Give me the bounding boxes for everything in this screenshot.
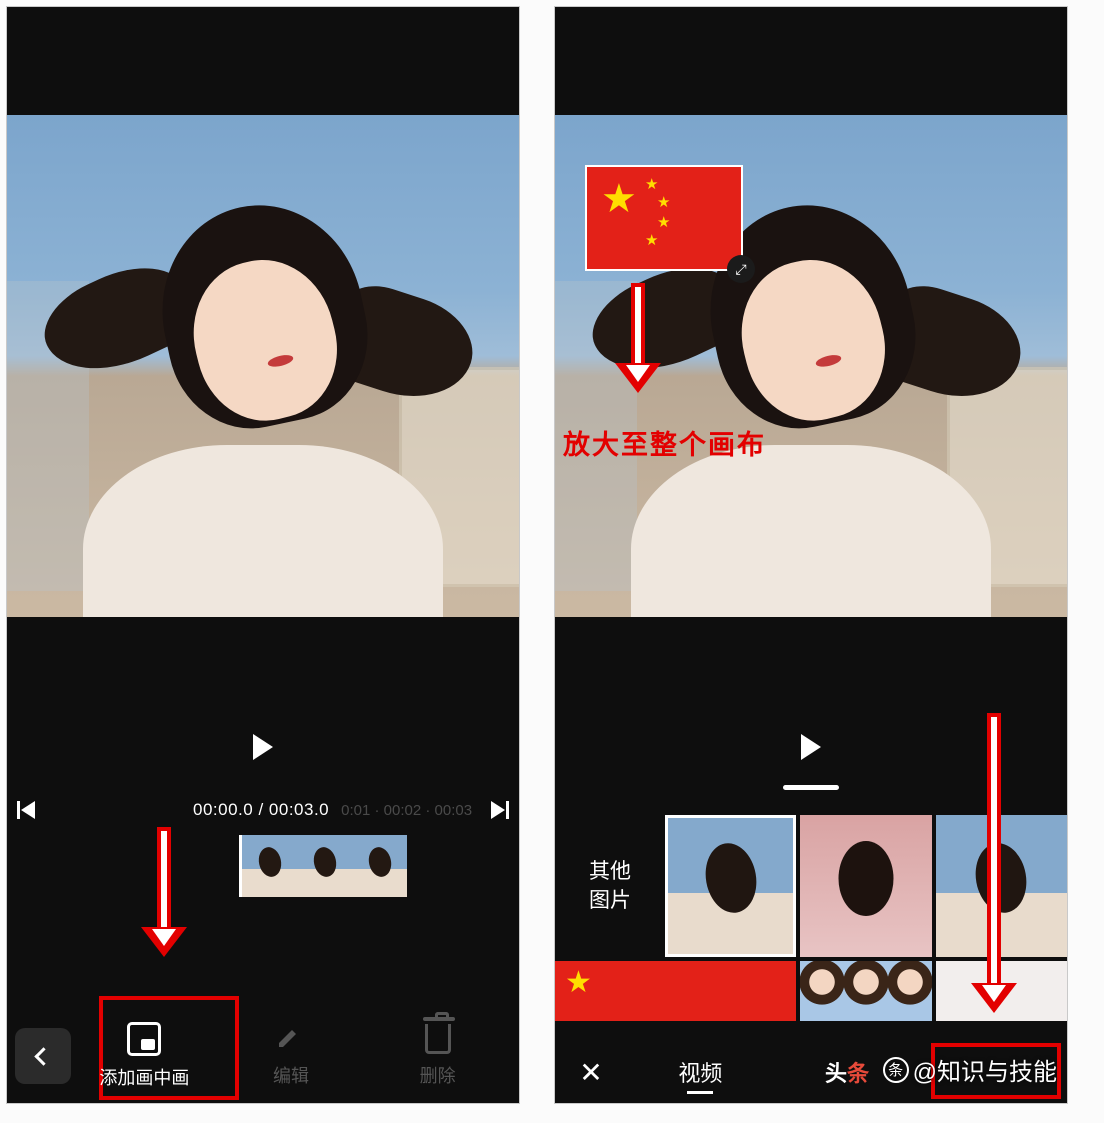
timeline-ticks: 0:01 · 00:02 · 00:03 [341, 802, 472, 819]
left-screenshot: 00:00.0 / 00:03.0 0:01 · 00:02 · 00:03 添… [6, 6, 520, 1104]
edit-label: 编辑 [273, 1062, 309, 1088]
delete-button[interactable]: 删除 [364, 1024, 511, 1088]
video-preview[interactable]: ★ ★ ★ ★ ★ ⤢ 放大至整个画布 [555, 115, 1067, 617]
clip-thumb [352, 835, 407, 897]
trash-icon [425, 1024, 451, 1054]
clip-timeline[interactable] [239, 835, 407, 897]
annotation-arrow-icon [141, 827, 187, 957]
video-preview[interactable] [7, 115, 519, 617]
pip-icon [127, 1022, 161, 1056]
bottom-toolbar: 添加画中画 编辑 删除 [7, 1009, 519, 1103]
clip-thumb [242, 835, 297, 897]
media-thumb[interactable] [665, 815, 796, 957]
annotation-label: 放大至整个画布 [563, 423, 766, 462]
drawer-handle-icon[interactable] [783, 785, 839, 790]
clip-thumb [297, 835, 352, 897]
close-button[interactable]: ✕ [555, 1056, 627, 1089]
pip-overlay-flag[interactable]: ★ ★ ★ ★ ★ ⤢ [585, 165, 743, 271]
pencil-icon [276, 1024, 306, 1054]
delete-label: 删除 [420, 1062, 456, 1088]
star-icon: ★ [657, 195, 670, 210]
play-button[interactable] [801, 734, 821, 760]
skip-start-icon[interactable] [21, 801, 35, 819]
tab-video[interactable]: 视频 [627, 1056, 774, 1088]
other-pictures-button[interactable]: 其他 图片 [555, 815, 665, 957]
timeline-controls: 00:00.0 / 00:03.0 0:01 · 00:02 · 00:03 [7, 793, 519, 827]
media-thumb[interactable] [800, 961, 931, 1021]
time-readout: 00:00.0 / 00:03.0 [193, 800, 329, 820]
watermark: 条 @知识与技能 [883, 1052, 1057, 1087]
media-thumb[interactable]: ★ [555, 961, 796, 1021]
chevron-left-icon [34, 1047, 52, 1065]
media-thumb[interactable] [936, 815, 1067, 957]
skip-end-icon[interactable] [491, 801, 505, 819]
media-thumb[interactable] [800, 815, 931, 957]
star-icon: ★ [657, 215, 670, 230]
media-picker: 其他 图片 ★ [555, 815, 1067, 987]
add-pip-label: 添加画中画 [99, 1064, 189, 1090]
star-icon: ★ [601, 179, 637, 219]
play-button[interactable] [253, 734, 273, 760]
star-icon: ★ [645, 233, 658, 248]
right-screenshot: ★ ★ ★ ★ ★ ⤢ 放大至整个画布 其他 图片 [554, 6, 1068, 1104]
star-icon: ★ [645, 177, 658, 192]
watermark-icon: 条 [883, 1057, 909, 1083]
resize-handle-icon[interactable]: ⤢ [727, 255, 755, 283]
media-thumb[interactable] [936, 961, 1067, 1021]
edit-button[interactable]: 编辑 [218, 1024, 365, 1088]
back-button[interactable] [15, 1028, 71, 1084]
add-pip-button[interactable]: 添加画中画 [71, 1022, 218, 1090]
